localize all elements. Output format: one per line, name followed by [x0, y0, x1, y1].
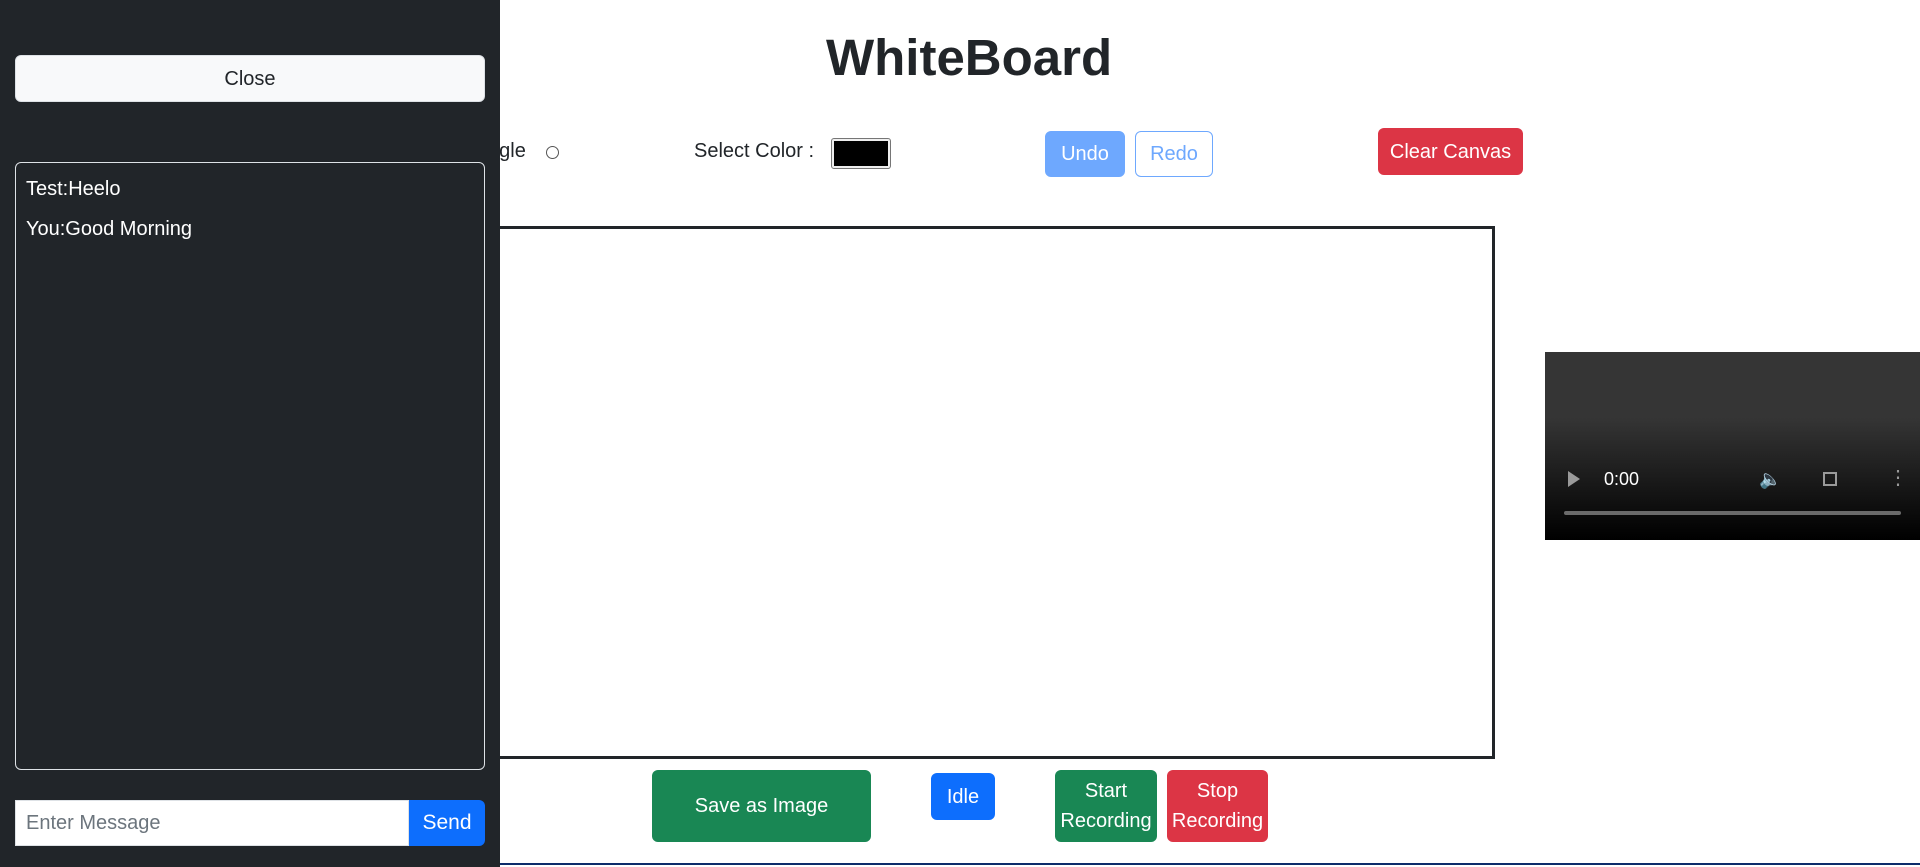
fullscreen-icon[interactable]	[1823, 472, 1837, 486]
recording-status-badge[interactable]: Idle	[931, 773, 995, 820]
stop-recording-line1: Stop	[1196, 780, 1239, 802]
send-button[interactable]: Send	[409, 800, 485, 846]
drawing-canvas[interactable]	[440, 226, 1495, 759]
stop-recording-button[interactable]: Stop Recording	[1167, 770, 1268, 842]
undo-button[interactable]: Undo	[1045, 131, 1125, 177]
save-as-image-button[interactable]: Save as Image	[652, 770, 871, 842]
stop-recording-line2: Recording	[1171, 810, 1264, 832]
clear-canvas-button[interactable]: Clear Canvas	[1378, 128, 1523, 175]
play-icon[interactable]	[1568, 471, 1580, 487]
chat-message: Test:Heelo	[26, 178, 121, 200]
color-swatch	[834, 141, 888, 166]
redo-button[interactable]: Redo	[1135, 131, 1213, 177]
video-progress-bar[interactable]	[1564, 511, 1901, 515]
page-title: WhiteBoard	[826, 29, 1113, 86]
message-input[interactable]	[15, 800, 409, 846]
page-bottom-border	[500, 863, 1920, 865]
close-button[interactable]: Close	[15, 55, 485, 102]
select-color-label: Select Color :	[694, 140, 815, 162]
color-picker[interactable]	[831, 138, 891, 169]
volume-icon[interactable]: 🔈	[1759, 469, 1781, 490]
start-recording-button[interactable]: Start Recording	[1055, 770, 1157, 842]
shape-radio-button[interactable]	[546, 146, 559, 159]
start-recording-line2: Recording	[1060, 810, 1152, 832]
video-time: 0:00	[1604, 469, 1640, 489]
more-options-icon[interactable]: ⋮	[1888, 468, 1908, 488]
chat-message: You:Good Morning	[26, 218, 193, 240]
start-recording-line1: Start	[1084, 780, 1128, 802]
chat-messages-panel: Test:Heelo You:Good Morning	[15, 162, 485, 770]
